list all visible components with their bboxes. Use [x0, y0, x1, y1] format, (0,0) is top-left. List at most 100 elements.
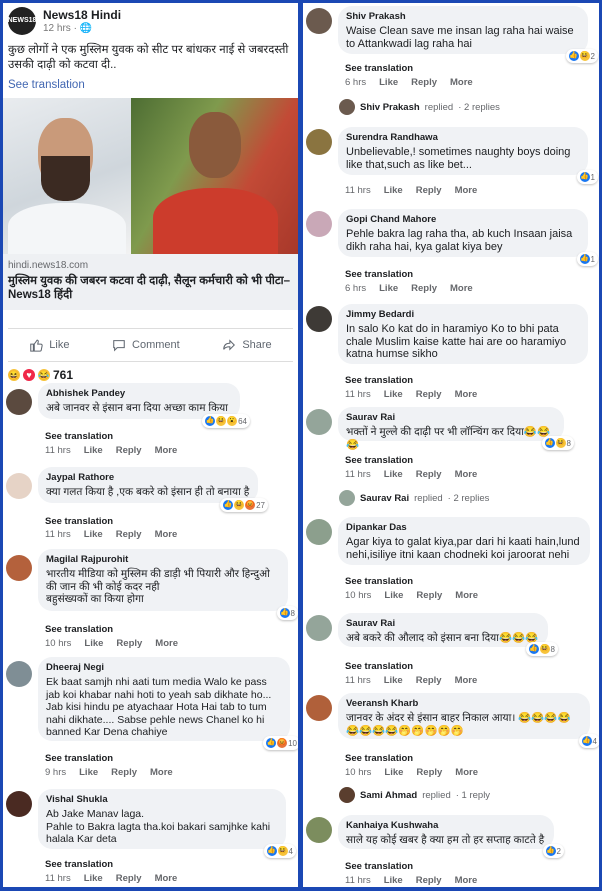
- reply-link[interactable]: Reply: [411, 77, 437, 88]
- reply-link[interactable]: Reply: [416, 675, 442, 686]
- avatar[interactable]: [306, 129, 332, 155]
- reply-link[interactable]: Reply: [116, 445, 142, 456]
- page-logo[interactable]: NEWS18: [8, 7, 36, 35]
- comment-author[interactable]: Dipankar Das: [346, 522, 582, 534]
- comment-author[interactable]: Kanhaiya Kushwaha: [346, 820, 546, 832]
- reaction-badge[interactable]: 👍 8: [276, 606, 298, 620]
- comment-author[interactable]: Surendra Randhawa: [346, 132, 580, 144]
- post-image[interactable]: [3, 98, 298, 254]
- more-link[interactable]: More: [455, 590, 478, 601]
- like-link[interactable]: Like: [384, 767, 403, 778]
- comment-time[interactable]: 6 hrs: [345, 283, 366, 294]
- reaction-badge[interactable]: 👍 😆 2: [565, 49, 598, 63]
- comment-time[interactable]: 11 hrs: [345, 185, 371, 196]
- see-translation-link[interactable]: See translation: [345, 576, 413, 587]
- avatar[interactable]: [6, 661, 32, 687]
- link-preview[interactable]: hindi.news18.com मुस्लिम युवक की जबरन कट…: [3, 254, 298, 310]
- comment-time[interactable]: 9 hrs: [45, 767, 66, 778]
- comment-time[interactable]: 11 hrs: [345, 389, 371, 400]
- see-translation-link[interactable]: See translation: [45, 859, 113, 870]
- like-button[interactable]: Like: [29, 338, 69, 352]
- avatar[interactable]: [306, 211, 332, 237]
- more-link[interactable]: More: [155, 638, 178, 649]
- see-translation-link[interactable]: See translation: [345, 63, 413, 74]
- reply-link[interactable]: Reply: [116, 873, 142, 884]
- more-link[interactable]: More: [155, 873, 178, 884]
- see-translation-link[interactable]: See translation: [345, 455, 413, 466]
- view-replies[interactable]: Sami Ahmad replied · 1 reply: [339, 787, 490, 803]
- see-translation-link[interactable]: See translation: [45, 516, 113, 527]
- comment-author[interactable]: Saurav Rai: [346, 618, 540, 630]
- comment-button[interactable]: Comment: [112, 338, 180, 352]
- like-link[interactable]: Like: [384, 469, 403, 480]
- more-link[interactable]: More: [455, 185, 478, 196]
- reply-link[interactable]: Reply: [416, 590, 442, 601]
- avatar[interactable]: [306, 695, 332, 721]
- reaction-badge[interactable]: 👍 😡 10: [263, 736, 298, 750]
- like-link[interactable]: Like: [79, 767, 98, 778]
- reaction-badge[interactable]: 👍 😆 8: [525, 642, 558, 656]
- reply-link[interactable]: Reply: [416, 185, 442, 196]
- reaction-badge[interactable]: 👍 😆 8: [541, 436, 574, 450]
- reply-link[interactable]: Reply: [416, 469, 442, 480]
- like-link[interactable]: Like: [384, 185, 403, 196]
- more-link[interactable]: More: [155, 445, 178, 456]
- view-replies[interactable]: Saurav Rai replied · 2 replies: [339, 490, 489, 506]
- avatar[interactable]: [306, 817, 332, 843]
- see-translation-link[interactable]: See translation: [45, 431, 113, 442]
- comment-time[interactable]: 10 hrs: [345, 590, 371, 601]
- like-link[interactable]: Like: [384, 875, 403, 886]
- more-link[interactable]: More: [455, 389, 478, 400]
- comment-author[interactable]: Shiv Prakash: [346, 11, 580, 23]
- comment-author[interactable]: Gopi Chand Mahore: [346, 214, 580, 226]
- reply-link[interactable]: Reply: [116, 529, 142, 540]
- comment-time[interactable]: 10 hrs: [345, 767, 371, 778]
- avatar[interactable]: [6, 555, 32, 581]
- more-link[interactable]: More: [450, 77, 473, 88]
- reaction-badge[interactable]: 👍 😆 😡 27: [220, 498, 268, 512]
- avatar[interactable]: [306, 615, 332, 641]
- share-button[interactable]: Share: [222, 338, 272, 352]
- reaction-badge[interactable]: 👍 2: [542, 844, 564, 858]
- page-name[interactable]: News18 Hindi: [43, 8, 121, 22]
- avatar[interactable]: [6, 389, 32, 415]
- comment-author[interactable]: Jimmy Bedardi: [346, 309, 580, 321]
- comment-author[interactable]: Abhishek Pandey: [46, 388, 232, 400]
- see-translation-link[interactable]: See translation: [345, 753, 413, 764]
- reply-link[interactable]: Reply: [416, 767, 442, 778]
- like-link[interactable]: Like: [84, 529, 103, 540]
- see-translation-link[interactable]: See translation: [345, 375, 413, 386]
- more-link[interactable]: More: [455, 875, 478, 886]
- avatar[interactable]: [306, 8, 332, 34]
- comment-author[interactable]: Magilal Rajpurohit: [46, 554, 280, 566]
- comment-time[interactable]: 6 hrs: [345, 77, 366, 88]
- like-link[interactable]: Like: [84, 445, 103, 456]
- see-translation-link[interactable]: See translation: [45, 753, 113, 764]
- comment-author[interactable]: Veeransh Kharb: [346, 698, 582, 710]
- view-replies[interactable]: Shiv Prakash replied · 2 replies: [339, 99, 500, 115]
- like-link[interactable]: Like: [384, 590, 403, 601]
- reply-link[interactable]: Reply: [416, 389, 442, 400]
- comment-author[interactable]: Dheeraj Negi: [46, 662, 282, 674]
- avatar[interactable]: [306, 409, 332, 435]
- reaction-badge[interactable]: 👍 1: [576, 170, 598, 184]
- see-translation-link[interactable]: See translation: [45, 624, 113, 635]
- reaction-badge[interactable]: 👍 😆 4: [263, 844, 296, 858]
- more-link[interactable]: More: [455, 767, 478, 778]
- avatar[interactable]: [306, 519, 332, 545]
- comment-author[interactable]: Saurav Rai: [346, 412, 556, 424]
- see-translation-link[interactable]: See translation: [345, 661, 413, 672]
- avatar[interactable]: [306, 306, 332, 332]
- see-translation-link[interactable]: See translation: [345, 861, 413, 872]
- reply-link[interactable]: Reply: [111, 767, 137, 778]
- comment-author[interactable]: Vishal Shukla: [46, 794, 278, 806]
- comment-time[interactable]: 10 hrs: [45, 638, 71, 649]
- like-link[interactable]: Like: [379, 283, 398, 294]
- like-link[interactable]: Like: [384, 389, 403, 400]
- avatar[interactable]: [6, 791, 32, 817]
- reply-link[interactable]: Reply: [416, 875, 442, 886]
- comment-time[interactable]: 11 hrs: [45, 529, 71, 540]
- avatar[interactable]: [6, 473, 32, 499]
- reaction-badge[interactable]: 👍 😆 😮 64: [202, 414, 250, 428]
- reply-link[interactable]: Reply: [411, 283, 437, 294]
